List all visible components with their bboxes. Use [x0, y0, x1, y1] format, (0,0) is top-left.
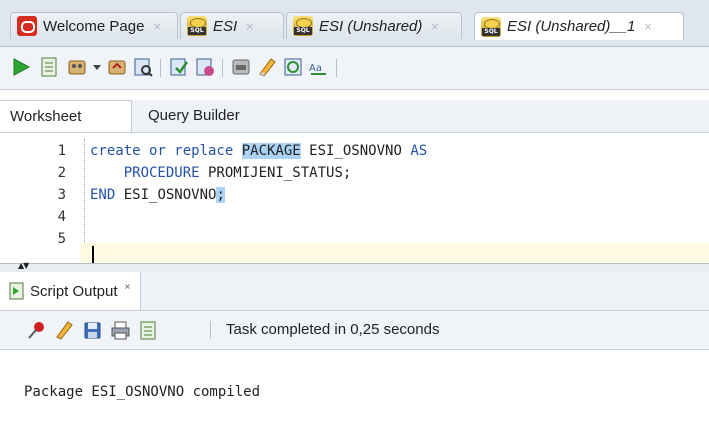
- keyword: END: [90, 187, 116, 203]
- splitter-arrows-icon[interactable]: ▲▼: [18, 262, 29, 270]
- task-status: Task completed in 0,25 seconds: [226, 321, 440, 338]
- tab-label: Welcome Page: [43, 17, 145, 35]
- line-number: 4: [57, 209, 66, 225]
- tab-esi-unshared[interactable]: ESI (Unshared) ×: [286, 12, 462, 39]
- line-number: 3: [57, 187, 66, 203]
- pin-icon[interactable]: [26, 320, 47, 341]
- tab-label: ESI: [213, 17, 238, 35]
- selected-keyword: PACKAGE: [241, 143, 301, 159]
- keyword: PROCEDURE: [123, 165, 200, 181]
- line-number: 1: [57, 143, 66, 159]
- tab-query-builder[interactable]: Query Builder: [138, 100, 258, 132]
- run-script-icon[interactable]: [38, 56, 60, 78]
- tab-esi[interactable]: ESI ×: [180, 12, 284, 39]
- line-number: 2: [57, 165, 66, 181]
- sql-worksheet-icon: [293, 16, 313, 36]
- script-output-panel: Package ESI_OSNOVNO compiled: [0, 350, 709, 427]
- sql-worksheet-icon: [481, 16, 501, 37]
- rollback-icon[interactable]: [106, 56, 128, 78]
- sql-worksheet-icon: [187, 16, 207, 36]
- keyword: AS: [410, 143, 428, 159]
- tab-script-output[interactable]: Script Output ×: [0, 272, 142, 310]
- tab-close-icon[interactable]: ×: [152, 20, 161, 33]
- tab-label: ESI (Unshared): [319, 17, 423, 35]
- sql-history-icon[interactable]: [282, 56, 304, 78]
- tab-worksheet[interactable]: Worksheet: [0, 100, 132, 132]
- toolbar-separator: [160, 59, 161, 77]
- text-caret: [92, 246, 94, 263]
- output-tab-bar: Script Output ×: [0, 272, 709, 311]
- code-line-3: END ESI_OSNOVNO;: [90, 187, 225, 203]
- print-icon[interactable]: [110, 320, 131, 341]
- output-toolbar: Task completed in 0,25 seconds: [0, 311, 709, 350]
- output-message: Package ESI_OSNOVNO compiled: [24, 384, 261, 400]
- keyword: create or replace: [90, 143, 242, 159]
- line-number: 5: [57, 231, 66, 247]
- run-statement-icon[interactable]: [10, 56, 32, 78]
- save-icon[interactable]: [82, 320, 103, 341]
- current-line-highlight: [80, 243, 709, 265]
- tab-esi-unshared-1[interactable]: ESI (Unshared)__1 ×: [474, 12, 684, 40]
- tab-close-icon[interactable]: ×: [430, 20, 439, 33]
- worksheet-subtabs: Worksheet Query Builder: [0, 100, 709, 133]
- sql-tuning-icon[interactable]: [194, 56, 216, 78]
- tab-label: ESI (Unshared)__1: [507, 18, 636, 35]
- tab-welcome-page[interactable]: Welcome Page ×: [10, 12, 178, 39]
- to-upper-lower-icon[interactable]: Aa: [308, 56, 330, 78]
- code-line-2: PROCEDURE PROMIJENI_STATUS;: [90, 165, 352, 181]
- tab-close-icon[interactable]: ×: [643, 20, 652, 33]
- identifier: ESI_OSNOVNO: [300, 143, 411, 159]
- identifier: ESI_OSNOVNO: [115, 187, 217, 203]
- clear-output-icon[interactable]: [54, 320, 75, 341]
- toolbar-separator: [210, 321, 211, 339]
- dropdown-icon[interactable]: [92, 56, 102, 78]
- explain-plan-icon[interactable]: [132, 56, 154, 78]
- worksheet-toolbar: Aa: [0, 47, 709, 90]
- unshared-sql-icon[interactable]: [230, 56, 252, 78]
- autotrace-icon[interactable]: [168, 56, 190, 78]
- code-line-1: create or replace PACKAGE ESI_OSNOVNO AS: [90, 143, 427, 159]
- script-output-icon: [9, 282, 24, 300]
- tab-label: Script Output: [30, 282, 118, 300]
- tab-close-icon[interactable]: ×: [125, 282, 131, 293]
- sql-editor[interactable]: 1 2 3 4 5 create or replace PACKAGE ESI_…: [0, 133, 709, 265]
- clear-icon[interactable]: [256, 56, 278, 78]
- identifier: PROMIJENI_STATUS;: [199, 165, 352, 181]
- toolbar-separator: [222, 59, 223, 77]
- toolbar-separator: [336, 59, 337, 77]
- open-file-icon[interactable]: [138, 320, 159, 341]
- commit-icon[interactable]: [66, 56, 88, 78]
- line-number-gutter: 1 2 3 4 5: [0, 133, 80, 263]
- document-tab-bar: Welcome Page × ESI × ESI (Unshared) × ES…: [0, 0, 709, 47]
- tab-close-icon[interactable]: ×: [245, 20, 254, 33]
- matched-semicolon: ;: [216, 187, 225, 203]
- svg-text:Aa: Aa: [309, 63, 322, 74]
- code-fold-guide: [84, 139, 85, 249]
- oracle-icon: [17, 16, 37, 36]
